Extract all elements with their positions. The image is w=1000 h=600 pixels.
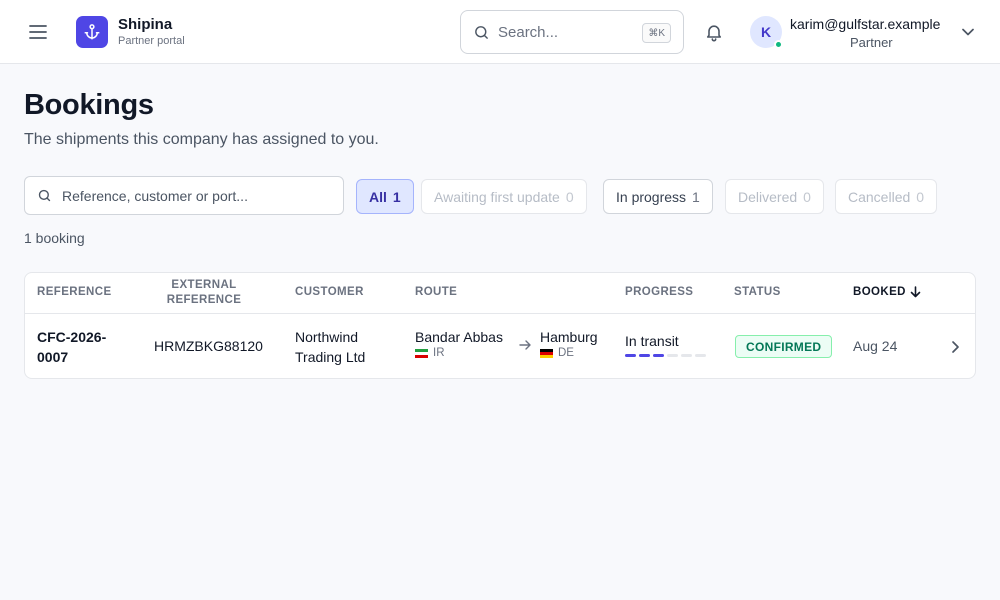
result-count: 1 booking — [24, 230, 85, 246]
global-search-placeholder: Search... — [498, 23, 559, 41]
iran-flag-icon — [415, 348, 428, 358]
app-logo[interactable] — [76, 16, 108, 48]
global-search-box[interactable]: Search... ⌘K — [460, 10, 684, 54]
filter-chip-label: Awaiting first update — [434, 188, 560, 205]
booked-date: Aug 24 — [853, 338, 898, 354]
external-reference: HRMZBKG88120 — [154, 338, 263, 354]
progress-step-segment — [681, 354, 692, 357]
progress-steps-bar — [625, 354, 706, 357]
hamburger-menu-button[interactable] — [26, 20, 50, 44]
column-header-status[interactable]: STATUS — [734, 286, 781, 298]
filter-chip-label: All — [369, 188, 387, 205]
column-header-reference[interactable]: REFERENCE — [37, 286, 112, 298]
search-icon — [38, 189, 51, 202]
column-header-customer[interactable]: CUSTOMER — [295, 286, 364, 298]
user-role: Partner — [850, 35, 893, 50]
status-badge: CONFIRMED — [735, 335, 833, 358]
destination-port: Hamburg — [540, 329, 598, 345]
chevron-right-icon[interactable] — [947, 339, 963, 355]
filter-chip-count: 1 — [692, 188, 700, 205]
bell-icon — [706, 25, 722, 42]
progress-step-segment — [625, 354, 636, 357]
notifications-button[interactable] — [702, 20, 726, 44]
arrow-right-icon — [519, 340, 531, 350]
chevron-down-icon — [962, 28, 974, 36]
filter-chip-cancelled[interactable]: Cancelled 0 — [835, 179, 938, 214]
column-header-external-reference[interactable]: EXTERNAL REFERENCE — [149, 278, 259, 308]
filter-chip-label: In progress — [616, 188, 687, 205]
filter-chip-count: 0 — [803, 188, 811, 205]
sort-descending-icon — [910, 286, 921, 298]
search-icon — [475, 25, 488, 39]
app-subtitle: Partner portal — [118, 35, 185, 47]
filter-chip-count: 0 — [916, 188, 925, 205]
column-header-booked-label: BOOKED — [853, 286, 906, 298]
app-name: Shipina — [118, 16, 173, 33]
menu-icon — [29, 25, 47, 39]
page-subtitle: The shipments this company has assigned … — [24, 131, 379, 148]
table-row[interactable]: CFC-2026-0007 HRMZBKG88120 Northwind Tra… — [25, 314, 975, 378]
progress-label: In transit — [625, 333, 679, 349]
germany-flag-icon — [540, 348, 553, 358]
filter-chip-all[interactable]: All 1 — [356, 179, 414, 214]
filter-chip-label: Delivered — [738, 188, 798, 205]
origin-country: IR — [433, 347, 445, 359]
route-origin: Bandar Abbas IR — [415, 329, 503, 359]
filter-chip-awaiting-first-update[interactable]: Awaiting first update 0 — [421, 179, 587, 214]
top-bar: Shipina Partner portal Search... ⌘K K ka… — [0, 0, 1000, 64]
column-header-progress[interactable]: PROGRESS — [625, 286, 693, 298]
filter-chip-in-progress[interactable]: In progress 1 — [603, 179, 713, 214]
filter-chip-count: 0 — [565, 188, 574, 205]
bookings-search-placeholder: Reference, customer or port... — [62, 187, 248, 204]
user-menu-toggle[interactable] — [960, 24, 976, 40]
column-header-booked-sorted[interactable]: BOOKED — [853, 286, 921, 298]
user-email[interactable]: karim@gulfstar.example — [790, 16, 940, 32]
route-destination: Hamburg DE — [540, 329, 598, 359]
progress-step-segment — [695, 354, 706, 357]
column-header-route[interactable]: ROUTE — [415, 286, 457, 298]
filter-chip-delivered[interactable]: Delivered 0 — [725, 179, 824, 214]
online-status-indicator — [774, 40, 783, 49]
progress-step-segment — [653, 354, 664, 357]
anchor-icon — [84, 24, 100, 40]
progress-step-segment — [667, 354, 678, 357]
customer-name: Northwind Trading Ltd — [295, 329, 366, 365]
filter-chip-count: 1 — [392, 188, 401, 205]
bookings-search-input[interactable]: Reference, customer or port... — [24, 176, 344, 215]
progress-step-segment — [639, 354, 650, 357]
destination-country: DE — [558, 347, 574, 359]
progress-cell: In transit — [625, 333, 706, 357]
origin-port: Bandar Abbas — [415, 329, 503, 345]
search-shortcut-hint: ⌘K — [642, 23, 671, 43]
booking-reference: CFC-2026-0007 — [37, 329, 107, 365]
page-title: Bookings — [24, 89, 154, 121]
bookings-table: REFERENCE EXTERNAL REFERENCE CUSTOMER RO… — [24, 272, 976, 379]
table-header: REFERENCE EXTERNAL REFERENCE CUSTOMER RO… — [25, 273, 975, 314]
filter-chip-label: Cancelled — [848, 188, 911, 205]
